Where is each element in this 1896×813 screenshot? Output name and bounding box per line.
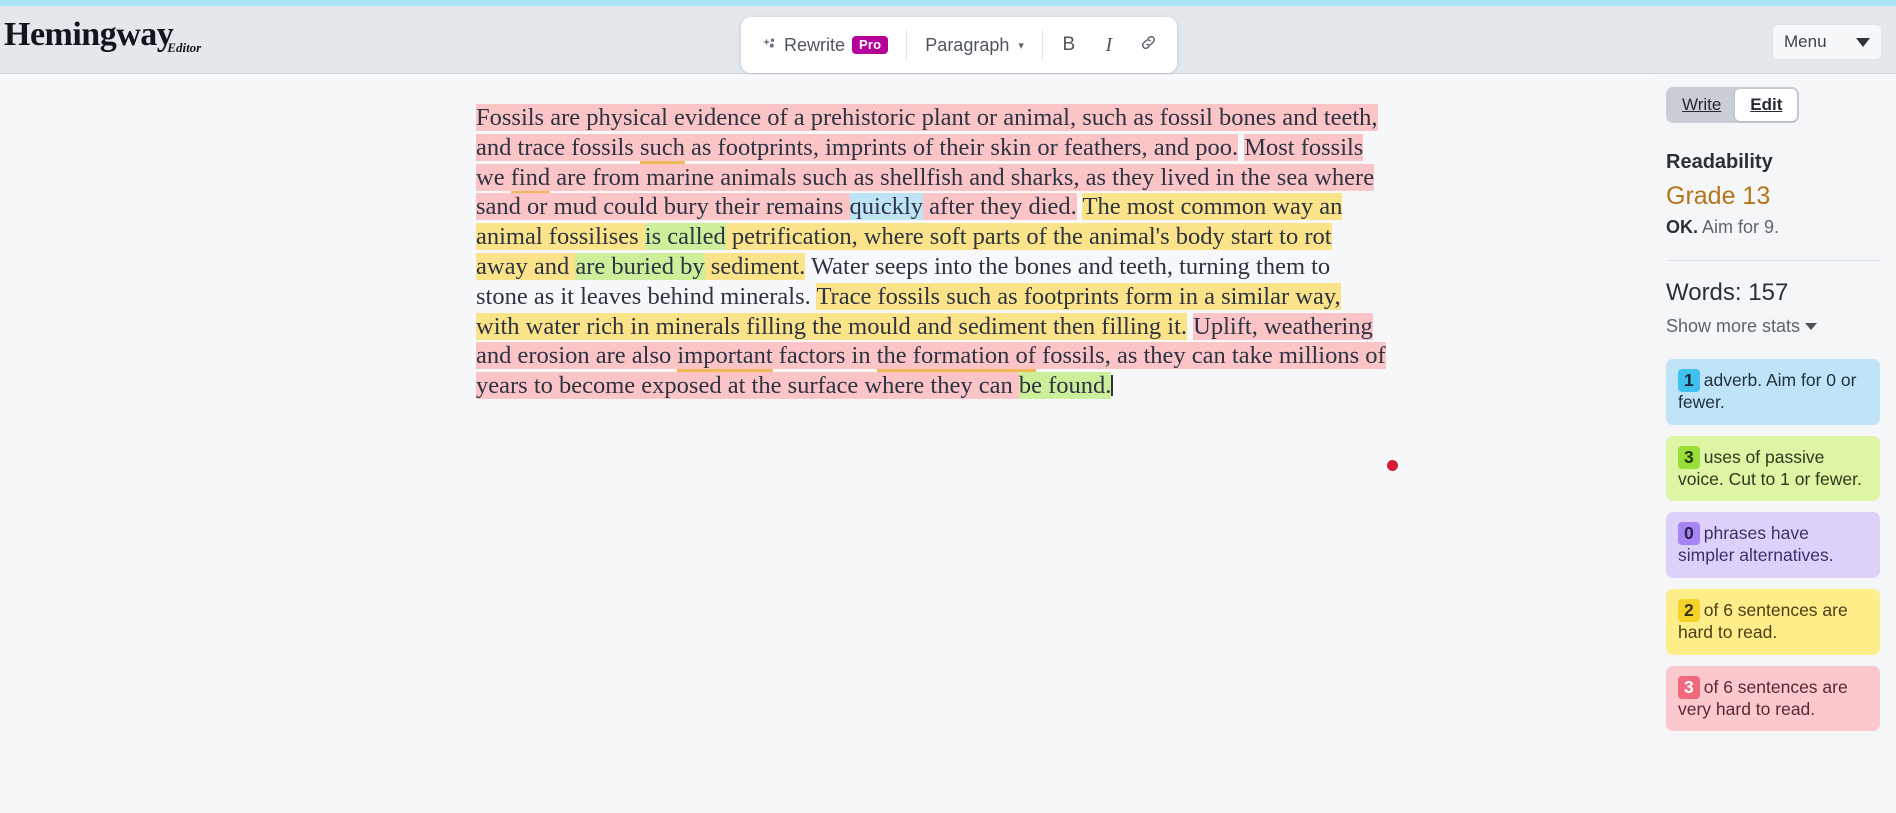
stat-card-text: adverb. Aim for 0 or fewer. [1678, 370, 1857, 413]
stat-card-count: 0 [1678, 522, 1700, 546]
menu-label: Menu [1784, 32, 1827, 51]
pro-badge: Pro [852, 36, 889, 54]
paragraph-label: Paragraph [925, 34, 1010, 55]
stat-card-text: phrases have simpler alternatives. [1678, 523, 1834, 566]
text-segment-passive: be found. [1018, 372, 1112, 400]
stat-card-count: 2 [1678, 598, 1700, 622]
document-text[interactable]: Fossils are physical evidence of a prehi… [476, 103, 1386, 401]
toolbar-divider-2 [1041, 30, 1043, 60]
toolbar-divider-1 [906, 30, 908, 60]
stat-card-hard[interactable]: 2 of 6 sentences are hard to read. [1666, 588, 1880, 655]
stat-card-count: 3 [1678, 675, 1700, 699]
format-toolbar: Rewrite Pro Paragraph ▾ B I [741, 17, 1177, 73]
write-edit-toggle: Write Edit [1666, 87, 1800, 123]
text-segment-very-hard: after they died. [923, 193, 1077, 221]
app-header: HemingwayEditor Rewrite Pro Paragraph ▾ … [0, 6, 1896, 74]
document-paragraph[interactable]: Fossils are physical evidence of a prehi… [476, 103, 1386, 401]
text-segment-hard: sediment. [704, 252, 806, 280]
italic-button[interactable]: I [1089, 26, 1129, 64]
show-more-stats-toggle[interactable]: Show more stats [1666, 316, 1880, 337]
readability-note: OK. Aim for 9. [1666, 217, 1880, 238]
text-segment-very-hard: factors in [772, 342, 877, 370]
stat-card-simpler[interactable]: 0 phrases have simpler alternatives. [1666, 512, 1880, 578]
readability-heading: Readability [1666, 151, 1773, 173]
app-logo[interactable]: HemingwayEditor [4, 16, 207, 55]
show-more-stats-label: Show more stats [1666, 316, 1801, 336]
rewrite-button[interactable]: Rewrite Pro [749, 26, 900, 64]
text-segment-very-hard: as footprints, imprints of their skin or… [684, 133, 1239, 161]
logo-wordmark: Hemingway [4, 16, 174, 53]
rewrite-label: Rewrite [784, 34, 846, 55]
paragraph-style-dropdown[interactable]: Paragraph ▾ [913, 26, 1036, 64]
stat-card-count: 3 [1678, 445, 1700, 469]
link-icon [1139, 33, 1158, 57]
text-segment-very-hard-underline: the formation of [876, 342, 1036, 373]
menu-button[interactable]: Menu [1772, 24, 1882, 60]
stat-card-list: 1 adverb. Aim for 0 or fewer. 3 uses of pas… [1666, 359, 1880, 732]
stat-card-passive[interactable]: 3 uses of passive voice. Cut to 1 or fewe… [1666, 435, 1880, 502]
chevron-down-icon: ▾ [1018, 39, 1024, 52]
readability-aim: Aim for 9. [1702, 217, 1780, 237]
text-segment-very-hard-underline: such [639, 133, 685, 164]
caret-down-icon [1856, 37, 1870, 47]
stat-card-text: of 6 sentences are very hard to read. [1678, 676, 1848, 719]
text-segment-very-hard-underline: find [510, 163, 551, 194]
stat-card-vhard[interactable]: 3 of 6 sentences are very hard to read. [1666, 665, 1880, 732]
stat-card-count: 1 [1678, 369, 1700, 393]
italic-label: I [1105, 33, 1113, 56]
text-segment-passive: is called [644, 223, 726, 251]
sparkle-icon [761, 37, 777, 53]
stats-sidebar: Write Edit Readability Grade 13 OK. Aim … [1650, 75, 1896, 813]
cursor-indicator-dot [1387, 460, 1398, 471]
editor-area[interactable]: Fossils are physical evidence of a prehi… [0, 75, 1650, 813]
stat-card-adverb[interactable]: 1 adverb. Aim for 0 or fewer. [1666, 359, 1880, 425]
readability-grade: Grade 13 [1666, 182, 1771, 210]
stat-card-text: of 6 sentences are hard to read. [1678, 599, 1848, 642]
bold-button[interactable]: B [1049, 26, 1089, 64]
edit-tab[interactable]: Edit [1735, 89, 1798, 121]
triangle-down-icon [1805, 323, 1818, 330]
stat-card-text: uses of passive voice. Cut to 1 or fewer… [1678, 446, 1862, 489]
readability-status: OK. [1666, 217, 1699, 237]
logo-subtitle: Editor [167, 40, 202, 55]
sidebar-divider [1666, 260, 1880, 261]
bold-label: B [1062, 34, 1076, 55]
word-count: Words: 157 [1666, 279, 1789, 306]
write-tab[interactable]: Write [1668, 89, 1735, 121]
text-segment-passive: are buried by [575, 252, 705, 280]
text-segment-adverb: quickly [849, 193, 924, 221]
link-button[interactable] [1129, 26, 1169, 64]
text-segment-very-hard-underline: important [677, 342, 773, 373]
text-cursor [1111, 375, 1113, 397]
